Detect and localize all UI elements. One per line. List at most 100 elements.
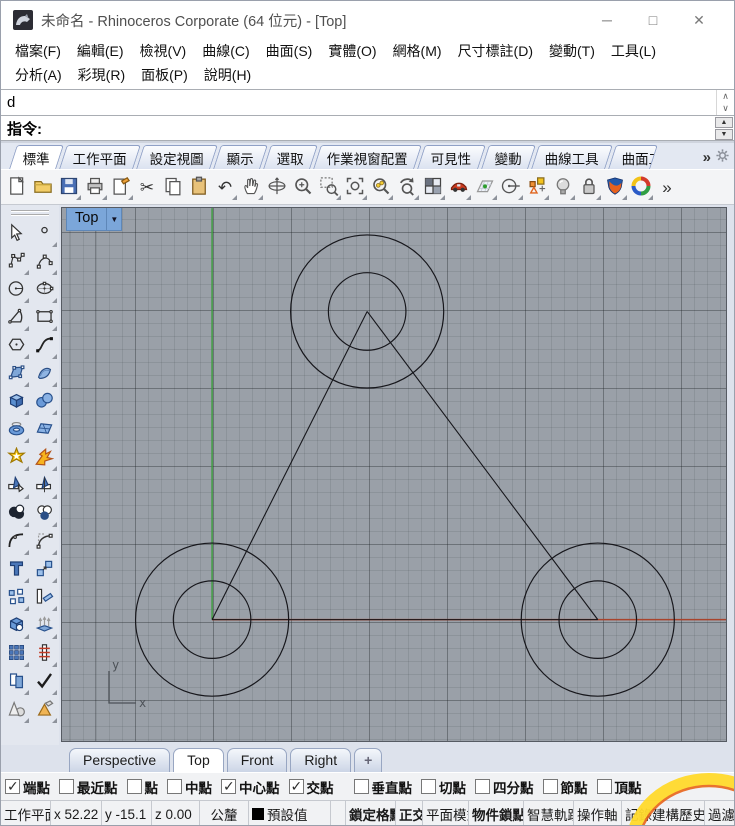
copy-button[interactable] bbox=[160, 173, 186, 201]
boolean-difference-button[interactable] bbox=[31, 500, 58, 528]
toolbar-tab-變動[interactable]: 變動 bbox=[480, 145, 536, 169]
ellipse-button[interactable] bbox=[31, 276, 58, 304]
sphere-button[interactable] bbox=[31, 388, 58, 416]
dropdown-corner-icon[interactable] bbox=[128, 195, 133, 200]
dropdown-corner-icon[interactable] bbox=[23, 718, 29, 723]
dropdown-corner-icon[interactable] bbox=[51, 382, 57, 387]
dropdown-corner-icon[interactable] bbox=[570, 195, 575, 200]
surface-from-curves-button[interactable] bbox=[31, 416, 58, 444]
dropdown-corner-icon[interactable] bbox=[51, 578, 57, 583]
osnap-垂直點[interactable]: 垂直點 bbox=[353, 777, 412, 797]
dropdown-corner-icon[interactable] bbox=[51, 522, 57, 527]
status-smarttrack[interactable]: 智慧軌跡 bbox=[524, 801, 574, 825]
status-cplane-pane[interactable]: 工作平面 bbox=[1, 801, 51, 825]
rectangle-button[interactable] bbox=[31, 304, 58, 332]
osnap-頂點[interactable]: 頂點 bbox=[596, 777, 642, 797]
menu-檔案F[interactable]: 檔案(F) bbox=[7, 41, 69, 61]
apply-material-button[interactable] bbox=[31, 696, 58, 724]
extrude-button[interactable] bbox=[31, 612, 58, 640]
checkbox-checked-icon[interactable] bbox=[221, 778, 236, 795]
tab-overflow-chevron[interactable]: » bbox=[703, 149, 711, 166]
dropdown-corner-icon[interactable] bbox=[440, 195, 445, 200]
checkbox-unchecked-icon[interactable] bbox=[167, 779, 182, 794]
viewport-top[interactable]: Top ▼ y x bbox=[61, 207, 727, 742]
new-file-button[interactable] bbox=[4, 173, 30, 201]
text-button[interactable] bbox=[3, 556, 30, 584]
dropdown-corner-icon[interactable] bbox=[23, 270, 29, 275]
explode-button[interactable] bbox=[31, 444, 58, 472]
patch-surface-button[interactable] bbox=[31, 360, 58, 388]
dropdown-corner-icon[interactable] bbox=[51, 606, 57, 611]
osnap-端點[interactable]: 端點 bbox=[5, 777, 50, 797]
menu-曲線C[interactable]: 曲線(C) bbox=[194, 41, 257, 61]
dropdown-corner-icon[interactable] bbox=[51, 634, 57, 639]
single-point-button[interactable] bbox=[31, 220, 58, 248]
osnap-中點[interactable]: 中點 bbox=[167, 777, 212, 797]
arc-button[interactable] bbox=[3, 304, 30, 332]
open-file-button[interactable] bbox=[30, 173, 56, 201]
trim-button[interactable] bbox=[3, 472, 30, 500]
toolbar-overflow-button[interactable]: » bbox=[654, 173, 680, 201]
dropdown-corner-icon[interactable] bbox=[23, 410, 29, 415]
options-button[interactable] bbox=[628, 173, 654, 201]
check-objects-button[interactable] bbox=[31, 668, 58, 696]
viewport-tab-top[interactable]: Top bbox=[173, 748, 224, 772]
dropdown-corner-icon[interactable] bbox=[388, 195, 393, 200]
osnap-點[interactable]: 點 bbox=[126, 777, 158, 797]
osnap-交點[interactable]: 交點 bbox=[288, 777, 334, 797]
layer-tools-button[interactable] bbox=[524, 173, 550, 201]
render-button[interactable] bbox=[602, 173, 628, 201]
dropdown-corner-icon[interactable] bbox=[51, 410, 57, 415]
zoom-dynamic-button[interactable] bbox=[290, 173, 316, 201]
dropdown-corner-icon[interactable] bbox=[51, 354, 57, 359]
car-button[interactable] bbox=[446, 173, 472, 201]
dropdown-corner-icon[interactable] bbox=[23, 522, 29, 527]
close-button[interactable]: ✕ bbox=[676, 12, 722, 29]
status-record-history[interactable]: 記錄建構歷史 bbox=[622, 801, 705, 825]
pan-view-button[interactable] bbox=[238, 173, 264, 201]
dropdown-corner-icon[interactable] bbox=[23, 634, 29, 639]
new-viewport-tab-button[interactable]: + bbox=[354, 748, 383, 772]
paste-button[interactable] bbox=[186, 173, 212, 201]
zoom-selected-button[interactable] bbox=[368, 173, 394, 201]
osnap-四分點[interactable]: 四分點 bbox=[475, 777, 534, 797]
menu-網格M[interactable]: 網格(M) bbox=[385, 41, 450, 61]
viewport-layout-button[interactable] bbox=[420, 173, 446, 201]
toolbar-tab-標準[interactable]: 標準 bbox=[9, 145, 64, 169]
dropdown-corner-icon[interactable] bbox=[23, 466, 29, 471]
dropdown-corner-icon[interactable] bbox=[76, 195, 81, 200]
adjustable-blend-button[interactable] bbox=[31, 528, 58, 556]
zoom-extents-button[interactable] bbox=[342, 173, 368, 201]
save-file-button[interactable] bbox=[56, 173, 82, 201]
orient-button[interactable] bbox=[31, 584, 58, 612]
checkbox-checked-icon[interactable] bbox=[288, 778, 304, 795]
checkbox-unchecked-icon[interactable] bbox=[475, 779, 490, 794]
checkbox-unchecked-icon[interactable] bbox=[59, 779, 74, 794]
osnap-節點[interactable]: 節點 bbox=[542, 777, 588, 797]
polygon-button[interactable] bbox=[3, 332, 30, 360]
viewport-tab-front[interactable]: Front bbox=[226, 748, 288, 772]
dropdown-corner-icon[interactable] bbox=[258, 195, 263, 200]
checkbox-unchecked-icon[interactable] bbox=[421, 779, 436, 794]
menu-彩現R[interactable]: 彩現(R) bbox=[70, 65, 133, 85]
checkbox-checked-icon[interactable] bbox=[5, 778, 20, 795]
sidebar-grip[interactable] bbox=[11, 210, 49, 216]
dropdown-corner-icon[interactable] bbox=[23, 298, 29, 303]
toolbar-tab-作業視窗配置[interactable]: 作業視窗配置 bbox=[313, 145, 422, 169]
minimize-button[interactable]: ─ bbox=[584, 12, 630, 29]
undo-view-change-button[interactable] bbox=[394, 173, 420, 201]
dropdown-corner-icon[interactable] bbox=[23, 578, 29, 583]
polyline-button[interactable] bbox=[3, 248, 30, 276]
toolbar-tab-曲線工具[interactable]: 曲線工具 bbox=[530, 145, 613, 169]
dropdown-corner-icon[interactable] bbox=[23, 354, 29, 359]
gear-icon[interactable] bbox=[715, 148, 730, 166]
viewport-canvas[interactable] bbox=[62, 208, 726, 741]
cut-button[interactable]: ✂ bbox=[134, 173, 160, 201]
dropdown-corner-icon[interactable] bbox=[544, 195, 549, 200]
dropdown-corner-icon[interactable] bbox=[23, 550, 29, 555]
linear-array-button[interactable] bbox=[31, 640, 58, 668]
command-history-scrollbar[interactable]: ∧ ∨ bbox=[716, 90, 734, 115]
primitive-solids-button[interactable] bbox=[3, 696, 30, 724]
surface-from-points-button[interactable] bbox=[3, 360, 30, 388]
checkbox-unchecked-icon[interactable] bbox=[542, 779, 558, 794]
